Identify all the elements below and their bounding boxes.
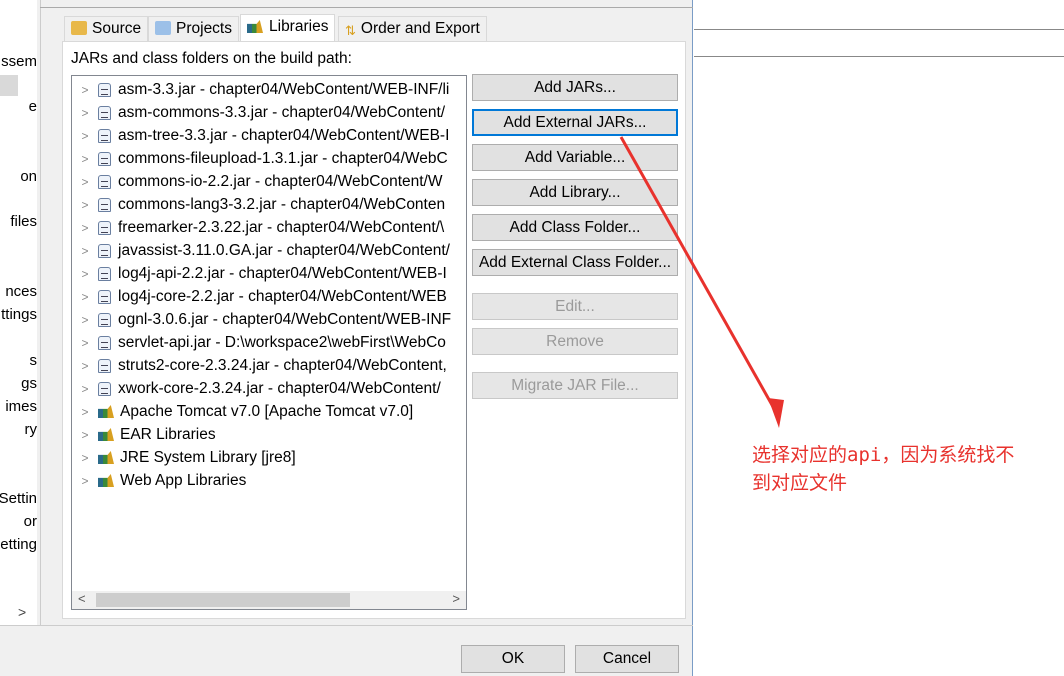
annotation-text: 选择对应的api，因为系统找不 到对应文件 xyxy=(752,444,1015,494)
annotation-arrow xyxy=(619,136,784,428)
